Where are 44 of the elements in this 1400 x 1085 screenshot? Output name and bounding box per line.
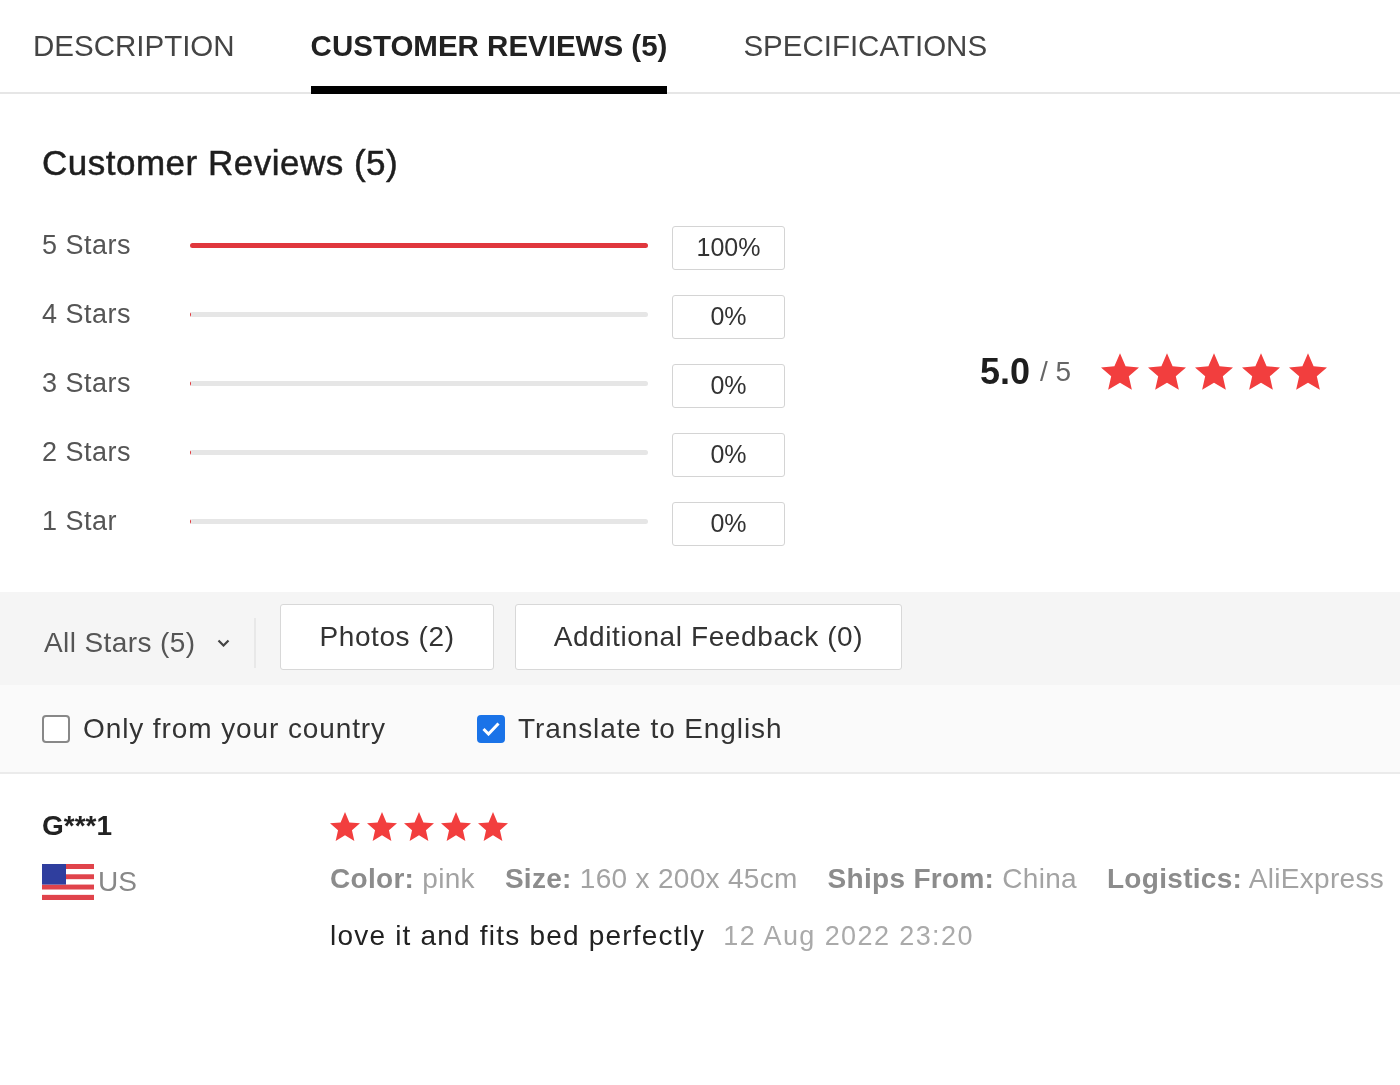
rating-scale: / 5: [1040, 355, 1072, 388]
star-icon: [1101, 353, 1140, 390]
flag-icon: [42, 864, 94, 900]
rating-label: 3 Stars: [42, 368, 133, 399]
star-icon: [1289, 353, 1328, 390]
caret-icon: [217, 638, 231, 647]
filter-button[interactable]: Photos (2): [280, 603, 494, 670]
section-title: Customer Reviews (5): [42, 143, 399, 183]
rating-label: 5 Stars: [42, 230, 133, 261]
percent-badge: 100%: [672, 225, 785, 270]
percent-badge: 0%: [672, 501, 785, 546]
rating-label: 2 Stars: [42, 437, 133, 468]
review-date: 12 Aug 2022 23:20: [723, 920, 974, 953]
review-attribute: Color: pink: [330, 862, 475, 896]
review-attribute: Logistics: AliExpress: [1106, 862, 1384, 896]
reviewer-name: G***1: [42, 809, 113, 843]
percent-badge: 0%: [672, 294, 785, 339]
review-attribute: Size: 160 x 200x 45cm: [504, 862, 798, 896]
checkbox[interactable]: [477, 714, 505, 743]
percent-badge: 0%: [672, 432, 785, 477]
star-icon: [441, 811, 471, 841]
average-rating: 5.0: [980, 350, 1031, 393]
star-filter-dropdown[interactable]: All Stars (5): [44, 626, 231, 659]
rating-label: 4 Stars: [42, 299, 133, 330]
star-icon: [1195, 353, 1234, 390]
percent-badge: 0%: [672, 363, 785, 408]
review-comment: love it and fits bed perfectly: [330, 919, 706, 953]
checkbox-label[interactable]: Only from your country: [83, 712, 386, 745]
tab[interactable]: CUSTOMER REVIEWS (5): [310, 0, 668, 94]
star-icon: [478, 811, 508, 841]
tab[interactable]: SPECIFICATIONS: [743, 0, 988, 94]
star-icon: [1148, 353, 1187, 390]
checkmark-icon: [482, 721, 500, 736]
review-attribute: Ships From: China: [827, 862, 1077, 896]
star-icon: [330, 811, 360, 841]
country-code: US: [98, 866, 137, 898]
tab[interactable]: DESCRIPTION: [33, 0, 235, 94]
star-icon: [404, 811, 434, 841]
star-icon: [1242, 353, 1281, 390]
filter-button[interactable]: Additional Feedback (0): [514, 603, 903, 670]
rating-label: 1 Star: [42, 506, 119, 537]
checkbox-label[interactable]: Translate to English: [518, 712, 783, 745]
star-icon: [367, 811, 397, 841]
checkbox[interactable]: [42, 714, 70, 743]
